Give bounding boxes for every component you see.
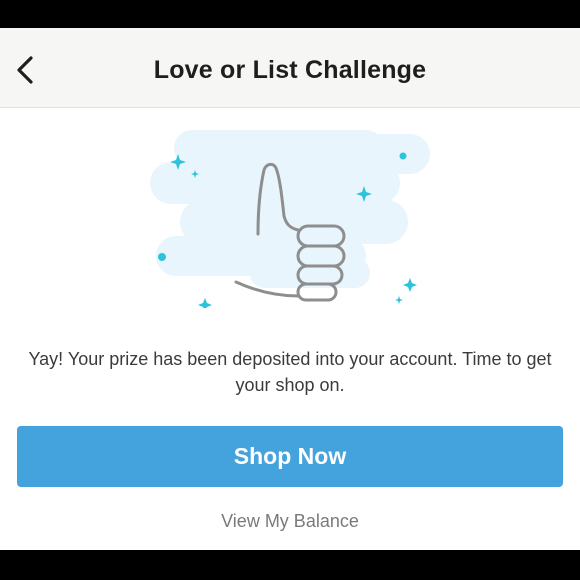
cloud-shape xyxy=(150,130,430,288)
shop-now-button[interactable]: Shop Now xyxy=(17,426,563,487)
success-illustration xyxy=(140,118,440,312)
view-balance-link[interactable]: View My Balance xyxy=(0,511,580,532)
thumbs-up-icon xyxy=(150,130,430,312)
prize-message: Yay! Your prize has been deposited into … xyxy=(28,349,552,395)
nav-header: Love or List Challenge xyxy=(0,28,580,108)
bottom-bezel xyxy=(0,550,580,580)
top-bezel xyxy=(0,0,580,28)
page-title: Love or List Challenge xyxy=(153,56,427,84)
screen: Love or List Challenge Yay! Your prize h… xyxy=(0,28,580,550)
